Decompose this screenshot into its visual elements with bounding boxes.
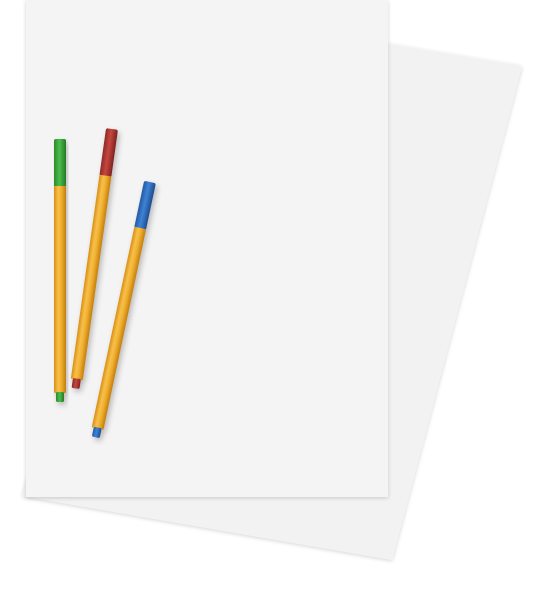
pen-red-tip	[71, 378, 81, 389]
pen-green-cap	[54, 139, 66, 187]
pen-green-tip	[56, 392, 64, 402]
scene-drawing	[22, 0, 522, 560]
front-sheet	[26, 0, 388, 497]
paper-and-pens-scene	[0, 0, 537, 600]
pen-green-body	[54, 186, 66, 393]
pen-green	[54, 139, 66, 402]
